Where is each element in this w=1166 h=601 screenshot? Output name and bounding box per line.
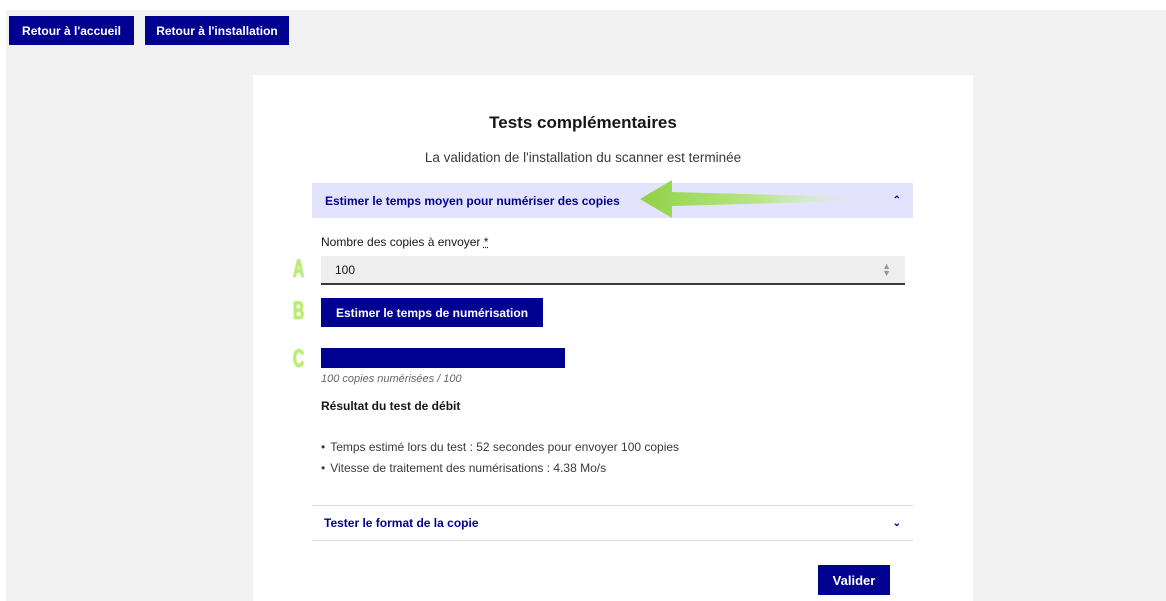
validate-button[interactable]: Valider bbox=[818, 565, 890, 595]
spinner-arrows-icon[interactable]: ▲ ▼ bbox=[882, 262, 891, 278]
chevron-down-icon: ⌄ bbox=[892, 517, 901, 529]
green-arrow-annotation bbox=[640, 180, 855, 218]
progress-text: 100 copies numérisées / 100 bbox=[321, 373, 462, 385]
page-subtitle: La validation de l'installation du scann… bbox=[424, 150, 742, 165]
progress-bar bbox=[321, 348, 565, 368]
copies-count-label-text: Nombre des copies à envoyer bbox=[321, 235, 481, 249]
estimate-time-button[interactable]: Estimer le temps de numérisation bbox=[321, 298, 543, 327]
page-title: Tests complémentaires bbox=[489, 113, 677, 132]
list-item: Vitesse de traitement des numérisations … bbox=[321, 461, 679, 482]
accordion-estimate-title: Estimer le temps moyen pour numériser de… bbox=[325, 193, 620, 208]
progress-bar-fill bbox=[321, 348, 565, 368]
annotation-marker-c: C bbox=[293, 345, 305, 373]
required-mark: * bbox=[483, 235, 489, 249]
back-install-button[interactable]: Retour à l'installation bbox=[145, 16, 289, 45]
list-item: Temps estimé lors du test : 52 secondes … bbox=[321, 440, 679, 461]
divider bbox=[312, 540, 913, 541]
chevron-up-icon: ⌃ bbox=[892, 195, 901, 206]
copies-count-input[interactable]: 100 ▲ ▼ bbox=[321, 256, 905, 285]
page: Retour à l'accueil Retour à l'installati… bbox=[0, 0, 1166, 601]
accordion-format-title: Tester le format de la copie bbox=[324, 516, 479, 530]
annotation-marker-b: B bbox=[293, 297, 305, 325]
copies-count-value: 100 bbox=[335, 262, 356, 277]
accordion-format-header[interactable]: Tester le format de la copie ⌄ bbox=[312, 506, 913, 540]
result-list: Temps estimé lors du test : 52 secondes … bbox=[321, 440, 679, 482]
result-title: Résultat du test de débit bbox=[321, 399, 461, 413]
back-home-button[interactable]: Retour à l'accueil bbox=[9, 16, 134, 45]
annotation-marker-a: A bbox=[293, 255, 305, 283]
copies-count-label: Nombre des copies à envoyer * bbox=[321, 235, 488, 249]
